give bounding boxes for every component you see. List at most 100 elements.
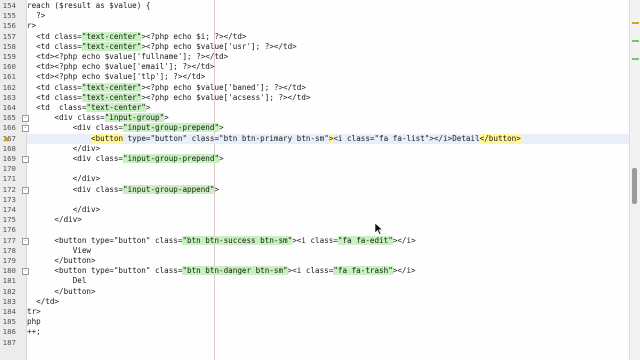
code-line[interactable]: Del	[27, 276, 630, 286]
code-token: <td class=	[27, 103, 87, 112]
code-line[interactable]: tr>	[27, 307, 630, 317]
line-number: 173	[2, 194, 16, 204]
line-number: 187	[2, 337, 16, 347]
fold-toggle-icon[interactable]: -	[22, 268, 29, 276]
code-line[interactable]: ?>	[27, 11, 630, 21]
code-line[interactable]: <td class="text-center">	[27, 103, 630, 113]
code-line[interactable]: <button type="button" class="btn btn-dan…	[27, 266, 630, 276]
code-token: </div>	[27, 174, 101, 184]
line-number: 178	[2, 245, 16, 255]
line-number: 166	[2, 123, 16, 133]
line-number: 182	[2, 286, 16, 296]
line-number: 168	[2, 143, 16, 153]
code-token: "input-group-prepend"	[123, 123, 220, 133]
code-line[interactable]: <td class="text-center"><?php echo $valu…	[27, 41, 630, 52]
code-token: ></i>	[392, 266, 416, 276]
warning-marker[interactable]	[632, 22, 639, 24]
code-line[interactable]	[27, 338, 630, 348]
line-number: 155	[2, 11, 16, 21]
line-number: 170	[2, 164, 16, 174]
code-line[interactable]	[27, 225, 630, 235]
code-line[interactable]: <button type="button" class="btn btn-pri…	[27, 133, 630, 144]
code-line[interactable]: <div class="input-group-prepend">	[27, 123, 630, 133]
code-line[interactable]: php	[27, 317, 630, 327]
code-line[interactable]: ++;	[27, 327, 630, 337]
warning-icon[interactable]: ▲	[4, 135, 11, 143]
code-token: ><i class=	[292, 235, 338, 245]
code-token: "text-center"	[86, 103, 146, 112]
code-token: <div class=	[27, 123, 124, 133]
code-token: <div class=	[27, 154, 124, 163]
scrollbar-thumb[interactable]	[632, 168, 637, 204]
line-number: 171	[2, 174, 16, 184]
occurrence-marker[interactable]	[632, 40, 639, 42]
code-token: <button type="button" class=	[27, 266, 183, 276]
code-token: ><i class=	[287, 266, 334, 276]
code-token: <i class="fa fa-list"></i>Detail	[333, 133, 480, 143]
code-line[interactable]: </button>	[27, 256, 630, 266]
vertical-scrollbar[interactable]	[629, 0, 640, 360]
code-token: "text-center"	[81, 92, 142, 102]
code-token: </button>	[27, 256, 96, 265]
code-line[interactable]: <td><?php echo $value['tlp']; ?></td>	[27, 72, 630, 82]
code-line[interactable]	[27, 164, 630, 174]
fold-toggle-icon[interactable]: -	[22, 115, 29, 123]
code-line[interactable]: </div>	[27, 215, 630, 225]
code-token: >	[164, 113, 169, 123]
code-token: ?>	[27, 11, 46, 21]
fold-toggle-icon[interactable]: -	[22, 156, 29, 163]
line-number: 179	[2, 256, 16, 265]
code-line[interactable]: </div>	[27, 205, 630, 215]
code-line[interactable]: <div class="input-group-prepend">	[27, 154, 630, 164]
code-line[interactable]: <td class="text-center"><?php echo $valu…	[27, 92, 630, 103]
code-token: >	[219, 123, 224, 133]
code-token: "input-group"	[104, 113, 165, 123]
code-line[interactable]	[27, 195, 630, 205]
code-line[interactable]: </button>	[27, 287, 630, 297]
code-token: >	[214, 184, 220, 194]
fold-toggle-icon[interactable]: -	[22, 237, 29, 245]
code-token: ><?php echo $value['baned']; ?></td>	[141, 82, 306, 92]
code-line[interactable]: <div class="input-group-append">	[27, 184, 630, 195]
code-token: ><?php echo $value['usr']; ?></td>	[141, 41, 297, 51]
line-number: 186	[2, 327, 16, 337]
code-line[interactable]: <td class="text-center"><?php echo $i; ?…	[27, 31, 630, 42]
line-number: 154	[2, 1, 16, 10]
code-token: >	[145, 103, 151, 112]
code-line[interactable]: </div>	[27, 144, 630, 154]
code-line[interactable]: reach ($result as $value) {	[27, 1, 630, 11]
code-token: <td class=	[27, 92, 82, 102]
code-line[interactable]: <td><?php echo $value['fullname']; ?></t…	[27, 52, 630, 62]
code-line[interactable]: View	[27, 246, 630, 256]
fold-toggle-icon[interactable]: -	[22, 125, 29, 133]
line-number: 169	[2, 154, 16, 163]
code-line[interactable]: <td><?php echo $value['email']; ?></td>	[27, 62, 630, 72]
code-token: </div>	[27, 205, 101, 214]
code-token: "fa fa-trash"	[333, 266, 393, 276]
code-token: <button type="button" class=	[27, 235, 183, 245]
code-token: <div class=	[27, 184, 124, 194]
code-line[interactable]: r>	[27, 21, 630, 31]
code-line[interactable]: </div>	[27, 174, 630, 184]
code-token: <td><?php echo $value['email']; ?></td>	[27, 62, 215, 72]
code-token: ></i>	[392, 235, 416, 245]
fold-toggle-icon[interactable]: -	[22, 186, 29, 194]
code-editor[interactable]: reach ($result as $value) { ?> r> <td cla…	[27, 0, 630, 360]
code-line[interactable]: <td class="text-center"><?php echo $valu…	[27, 82, 630, 93]
code-token: </button>	[27, 286, 96, 296]
occurrence-marker[interactable]	[632, 58, 639, 60]
line-number: 172	[2, 184, 16, 194]
code-token: View	[27, 245, 92, 255]
line-number: 157	[2, 31, 16, 41]
code-line[interactable]: </td>	[27, 297, 630, 307]
code-token: php	[27, 317, 41, 327]
code-token: ><?php echo $i; ?></td>	[141, 31, 247, 41]
code-line[interactable]: <div class="input-group">	[27, 113, 630, 123]
code-token: <div class=	[27, 113, 105, 123]
line-number: 158	[2, 41, 16, 51]
code-token: type="button" class="btn btn-primary btn…	[123, 133, 329, 143]
line-number: 175	[2, 215, 16, 225]
code-line[interactable]: <button type="button" class="btn btn-suc…	[27, 235, 630, 246]
code-token: <td><?php echo $value['fullname']; ?></t…	[27, 52, 229, 61]
